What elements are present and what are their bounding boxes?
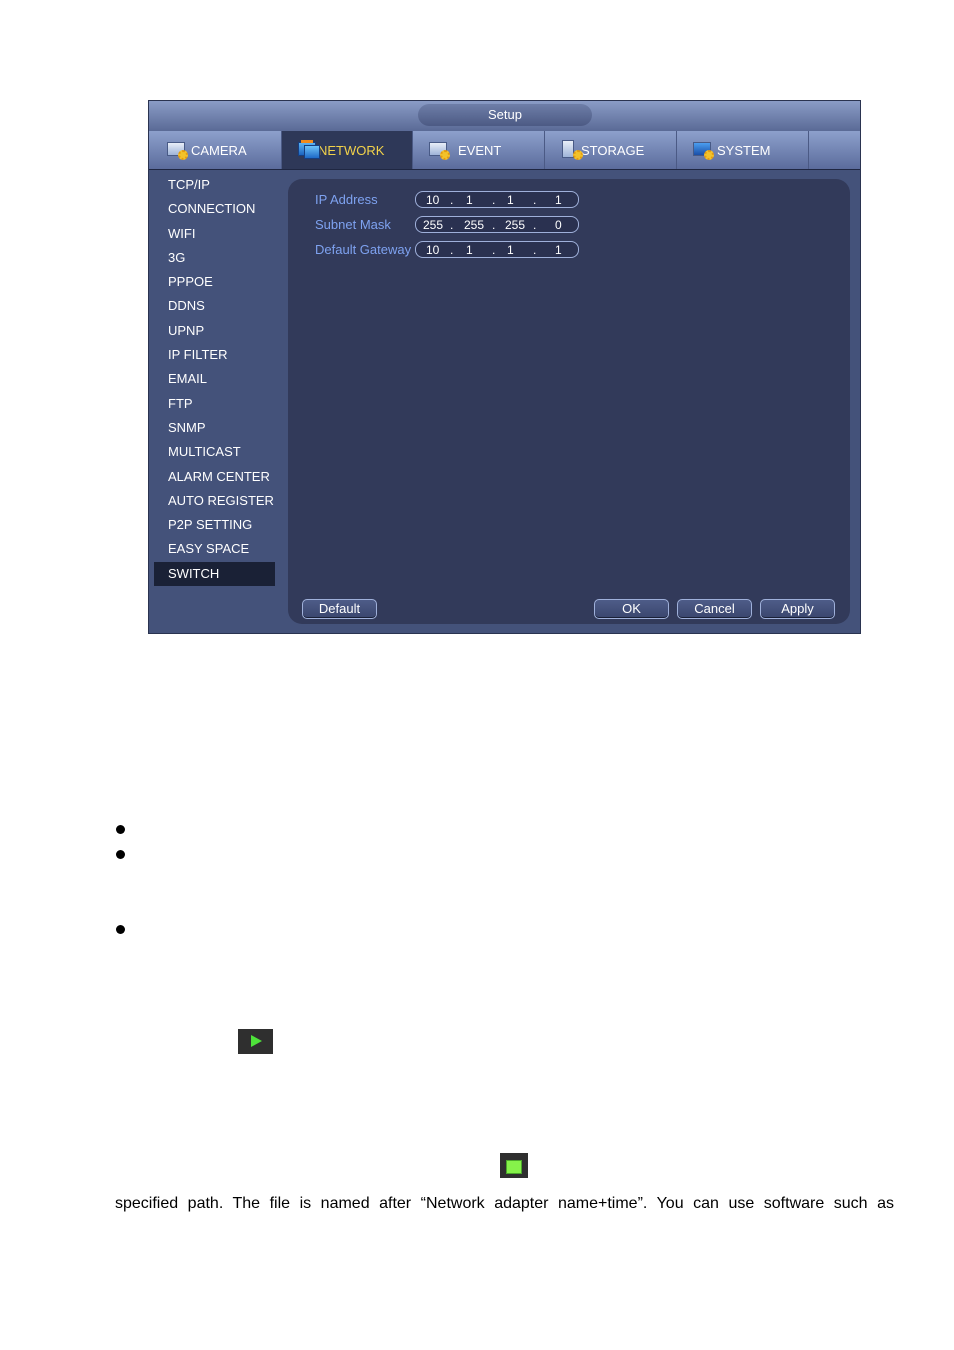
sidebar-item-tcpip[interactable]: TCP/IP [154,173,275,197]
stop-icon [500,1153,528,1178]
sidebar-item-ddns[interactable]: DDNS [154,294,275,318]
title-bar: Setup [149,101,860,132]
play-icon [238,1029,273,1054]
tab-label: NETWORK [318,142,385,158]
tab-label: CAMERA [191,142,247,158]
subnet-mask-label: Subnet Mask [315,216,391,232]
tab-empty [809,131,860,169]
apply-button[interactable]: Apply [760,599,835,619]
sidebar-item-email[interactable]: EMAIL [154,367,275,391]
network-icon [297,140,320,160]
sidebar-item-wifi[interactable]: WIFI [154,222,275,246]
tab-storage[interactable]: STORAGE [545,131,677,169]
octet-4: 1 [555,242,562,257]
octet-1: 10 [426,242,440,257]
sidebar-item-switch[interactable]: SWITCH [154,561,275,587]
sidebar-item-snmp[interactable]: SNMP [154,416,275,440]
ip-address-label: IP Address [315,191,378,207]
octet-1: 255 [423,217,444,232]
tab-event[interactable]: EVENT [413,131,545,169]
body-text: specified path. The file is named after … [115,1195,894,1212]
tab-label: STORAGE [581,142,645,158]
sidebar: TCP/IP CONNECTION WIFI 3G PPPOE DDNS UPN… [154,173,275,587]
octet-3: 1 [507,242,514,257]
octet-1: 10 [426,192,440,207]
bullet-point [116,925,125,934]
sidebar-item-easy-space[interactable]: EASY SPACE [154,537,275,561]
octet-4: 0 [555,217,562,232]
system-settings-icon [692,140,714,160]
window-title: Setup [418,104,592,126]
default-gateway-input[interactable]: 10. 1. 1. 1 [415,240,579,258]
default-gateway-row: Default Gateway 10. 1. 1. 1 [315,239,579,259]
octet-3: 255 [505,217,526,232]
tab-label: EVENT [458,142,502,158]
main-tabs: CAMERA NETWORK EVENT STORAGE SYSTEM [149,131,860,170]
bullet-point [116,850,125,859]
sidebar-item-multicast[interactable]: MULTICAST [154,440,275,464]
tab-network[interactable]: NETWORK [282,131,413,169]
ok-button[interactable]: OK [594,599,669,619]
sidebar-item-ftp[interactable]: FTP [154,392,275,416]
camera-settings-icon [166,140,188,160]
ip-address-input[interactable]: 10. 1. 1. 1 [415,190,579,208]
sidebar-item-3g[interactable]: 3G [154,246,275,270]
default-button[interactable]: Default [302,599,377,619]
sidebar-item-upnp[interactable]: UPNP [154,319,275,343]
storage-settings-icon [561,140,583,160]
octet-2: 255 [464,217,485,232]
sidebar-item-p2p-setting[interactable]: P2P SETTING [154,513,275,537]
sidebar-item-pppoe[interactable]: PPPOE [154,270,275,294]
octet-2: 1 [466,192,473,207]
subnet-mask-input[interactable]: 255. 255. 255. 0 [415,215,579,233]
cancel-button[interactable]: Cancel [677,599,752,619]
tab-label: SYSTEM [717,142,771,158]
bullet-point [116,825,125,834]
sidebar-item-connection[interactable]: CONNECTION [154,197,275,221]
subnet-mask-row: Subnet Mask 255. 255. 255. 0 [315,214,579,234]
tab-system[interactable]: SYSTEM [677,131,809,169]
sidebar-item-auto-register[interactable]: AUTO REGISTER [154,489,275,513]
octet-3: 1 [507,192,514,207]
event-settings-icon [428,140,450,160]
ip-address-row: IP Address 10. 1. 1. 1 [315,189,579,209]
default-gateway-label: Default Gateway [315,241,412,257]
setup-window: Setup CAMERA NETWORK EVENT STORAGE SYSTE… [148,100,861,634]
tab-camera[interactable]: CAMERA [149,131,282,169]
sidebar-item-alarm-center[interactable]: ALARM CENTER [154,465,275,489]
sidebar-item-ip-filter[interactable]: IP FILTER [154,343,275,367]
octet-2: 1 [466,242,473,257]
octet-4: 1 [555,192,562,207]
switch-settings-panel: IP Address 10. 1. 1. 1 Subnet Mask 255. … [288,179,850,624]
